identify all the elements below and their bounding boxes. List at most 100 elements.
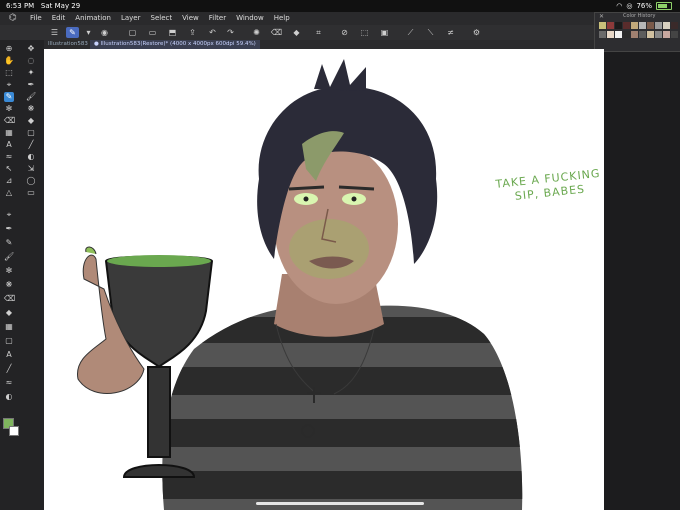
color-swatch[interactable] [615,31,622,38]
export-icon[interactable]: ⇪ [186,27,199,38]
layer-move-tool-icon[interactable]: ▢ [4,336,14,346]
select-all-icon[interactable]: ⬚ [358,27,371,38]
balloon-icon[interactable]: ◯ [26,176,36,186]
shape-tool-icon[interactable]: 🖌 [4,252,14,262]
redo-icon[interactable]: ↷ [224,27,237,38]
color-swatch[interactable] [647,31,654,38]
menu-select[interactable]: Select [151,12,173,25]
wand-icon[interactable]: ✦ [26,68,36,78]
drawing-canvas[interactable]: TAKE A FUCKING SIP, BABES [44,49,604,510]
hamburger-menu-icon[interactable]: ☰ [48,27,61,38]
decoration-icon[interactable]: ❋ [26,104,36,114]
eraser-icon[interactable]: ⌫ [4,116,15,126]
color-history-title: Color History [623,13,656,19]
balloon-tool-icon[interactable]: ╱ [4,364,14,374]
color-swatch[interactable] [663,22,670,29]
eyedropper-icon[interactable]: ⌖ [4,80,14,90]
brush-icon[interactable]: 🖌 [26,92,36,102]
ruler-edit-icon[interactable]: ≠ [444,27,457,38]
secondary-color-chip[interactable] [9,426,19,436]
color-swatch[interactable] [639,22,646,29]
selection-off-icon[interactable]: ⊘ [338,27,351,38]
operation-tool-icon[interactable]: ▦ [4,322,14,332]
color-swatch[interactable] [623,22,630,29]
undo-icon[interactable]: ↶ [206,27,219,38]
right-panel [604,40,680,510]
color-swatch[interactable] [607,22,614,29]
color-swatch[interactable] [599,31,606,38]
ios-status-bar: 6:53 PM Sat May 29 ◠ ◎ 76% [0,0,680,12]
zoom-icon[interactable]: ⊕ [4,44,14,54]
fill-icon[interactable]: ◆ [290,27,303,38]
figure-icon[interactable]: △ [4,188,14,198]
menu-animation[interactable]: Animation [75,12,111,25]
new-file-icon[interactable]: ▢ [126,27,139,38]
ruler-tool-icon[interactable]: A [4,350,14,360]
frame-icon[interactable]: ▭ [26,188,36,198]
menu-help[interactable]: Help [274,12,290,25]
lasso-icon[interactable]: ◌ [26,56,36,66]
pencil-icon[interactable]: ✎ [4,92,14,102]
invert-selection-icon[interactable]: ▣ [378,27,391,38]
clip-studio-logo-icon[interactable]: ⌬ [9,12,17,25]
gradient-icon[interactable]: ▦ [4,128,14,138]
line-icon[interactable]: ╱ [26,140,36,150]
color-swatch[interactable] [607,31,614,38]
fill-tool-icon[interactable]: ✒ [4,224,14,234]
color-swatch[interactable] [631,31,638,38]
color-swatch[interactable] [655,22,662,29]
crop-icon[interactable]: ⌗ [312,27,325,38]
tab-illustration583[interactable]: Illustration583 [44,40,92,49]
move-icon[interactable]: ✥ [26,44,36,54]
color-swatch[interactable] [671,22,678,29]
line-tool-icon[interactable]: ❋ [4,280,14,290]
select-icon[interactable]: ⬚ [4,68,14,78]
sticky-tool-icon[interactable]: ◆ [4,308,14,318]
menu-view[interactable]: View [182,12,199,25]
view-icon[interactable]: ◉ [98,27,111,38]
clear-icon[interactable]: ⌫ [270,27,283,38]
eraser-tool-icon[interactable]: ⌖ [4,210,14,220]
tab-illustration583-restore[interactable]: ● Illustration583(Restore)* (4000 x 4000… [90,40,260,49]
ruler-alt-icon[interactable]: ⟍ [424,27,437,38]
menu-file[interactable]: File [30,12,42,25]
layer-move-icon[interactable]: ⇲ [26,164,36,174]
color-swatch[interactable] [647,22,654,29]
color-swatch[interactable] [655,31,662,38]
transform-icon[interactable]: ✺ [250,27,263,38]
text-icon[interactable]: A [4,140,14,150]
blend-icon[interactable]: ≈ [4,152,14,162]
frame-tool-icon[interactable]: ◐ [4,392,14,402]
open-folder-icon[interactable]: ▭ [146,27,159,38]
home-indicator[interactable] [256,502,424,505]
fill-icon[interactable]: ◆ [26,116,36,126]
settings-icon[interactable]: ⚙ [470,27,483,38]
close-icon[interactable]: ✕ [599,13,604,20]
gradient-tool-icon[interactable]: ✎ [4,238,14,248]
color-swatch[interactable] [623,31,630,38]
save-icon[interactable]: ⬒ [166,27,179,38]
pen-icon[interactable]: ✒ [26,80,36,90]
operation-icon[interactable]: ↖ [4,164,14,174]
brush-tool-icon[interactable]: ✎ [66,27,79,38]
color-swatch[interactable] [615,22,622,29]
blend-tool-icon[interactable]: ⌫ [4,294,15,304]
ruler-icon[interactable]: ⊿ [4,176,14,186]
color-swatch[interactable] [663,31,670,38]
hand-icon[interactable]: ✋ [4,56,14,66]
dropdown-arrow-icon[interactable]: ▾ [82,27,95,38]
airbrush-icon[interactable]: ✻ [4,104,14,114]
menu-window[interactable]: Window [236,12,264,25]
menu-layer[interactable]: Layer [121,12,141,25]
shape-icon[interactable]: ▢ [26,128,36,138]
ruler-icon[interactable]: ⟋ [404,27,417,38]
menu-edit[interactable]: Edit [52,12,66,25]
text-tool-icon[interactable]: ✻ [4,266,14,276]
figure-tool-icon[interactable]: ≈ [4,378,14,388]
color-swatch[interactable] [639,31,646,38]
sticky-icon[interactable]: ◐ [26,152,36,162]
color-swatch[interactable] [599,22,606,29]
menu-filter[interactable]: Filter [209,12,226,25]
color-swatch[interactable] [631,22,638,29]
color-swatch[interactable] [671,31,678,38]
